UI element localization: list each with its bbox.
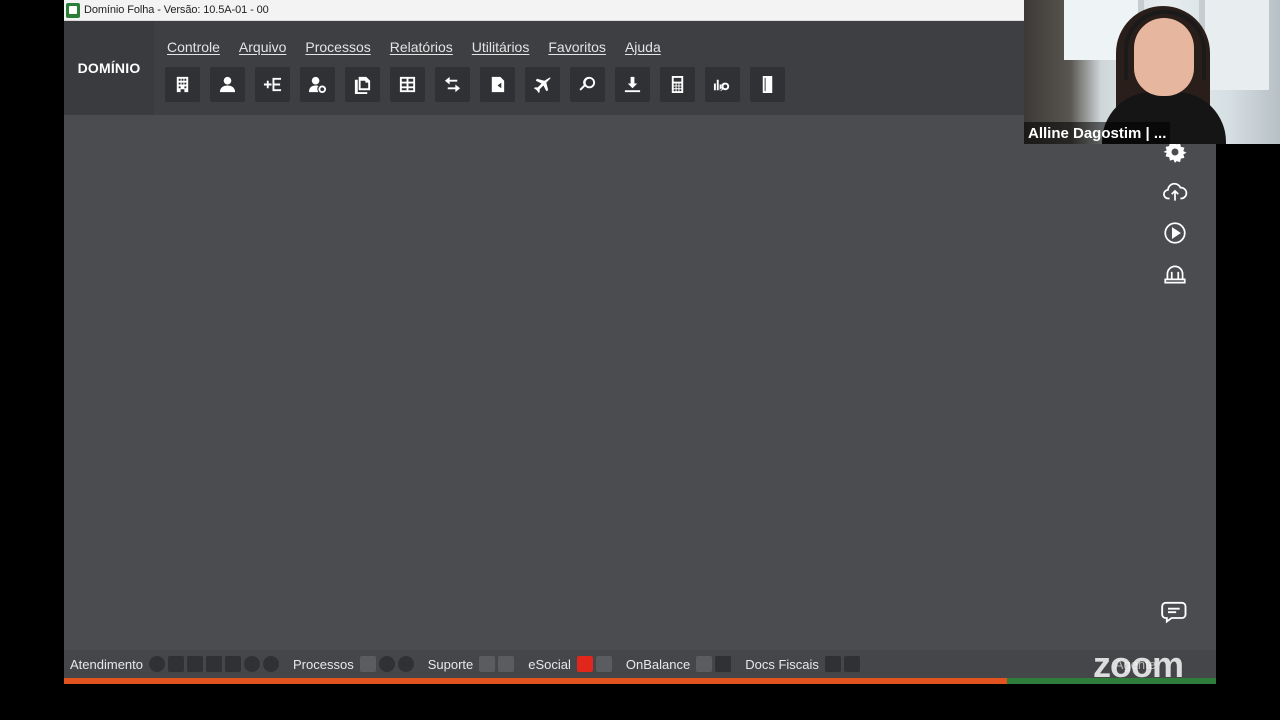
status-processos-label: Processos [293, 656, 354, 672]
calculator-icon [671, 75, 684, 94]
calculator-button[interactable] [660, 67, 695, 102]
person-icon [219, 76, 236, 93]
progress-bar [64, 678, 1216, 684]
spreadsheet-button[interactable] [390, 67, 425, 102]
add-entry-icon [263, 77, 282, 92]
doc-icon[interactable] [498, 656, 515, 672]
helmet-icon [1164, 265, 1186, 284]
add-entry-button[interactable] [255, 67, 290, 102]
status-suporte-label: Suporte [427, 656, 474, 672]
download-button[interactable] [615, 67, 650, 102]
menu-relatorios[interactable]: Relatórios [390, 39, 453, 55]
plus-icon[interactable] [479, 656, 496, 672]
app-icon [66, 2, 80, 18]
menu-processos[interactable]: Processos [305, 39, 370, 55]
airplane-icon [533, 77, 551, 94]
toolbar [165, 67, 795, 102]
user-icon[interactable] [206, 656, 222, 672]
empregados-button[interactable] [210, 67, 245, 102]
building-icon [176, 76, 189, 93]
chart-search-icon [713, 79, 730, 92]
circle-icon[interactable] [263, 656, 279, 672]
play-icon[interactable] [149, 656, 165, 672]
search-button[interactable] [570, 67, 605, 102]
search-icon [579, 76, 596, 91]
status-esocial-label: eSocial [528, 656, 571, 672]
exit-door-icon [762, 75, 773, 94]
zoom-watermark: zoom [1093, 644, 1184, 685]
doc-icon[interactable] [595, 656, 612, 672]
gallery-icon[interactable] [843, 656, 860, 672]
menu-favoritos[interactable]: Favoritos [548, 39, 606, 55]
status-esocial-icons [576, 656, 612, 672]
play-circle-icon [1164, 222, 1186, 244]
transfer-icon [444, 76, 461, 93]
workspace [64, 115, 1216, 650]
circle-icon[interactable] [397, 656, 414, 672]
status-suporte-icons [479, 656, 515, 672]
menu-arquivo[interactable]: Arquivo [239, 39, 286, 55]
camera-icon[interactable] [824, 656, 841, 672]
status-processos-icons [359, 656, 414, 672]
circle-icon[interactable] [378, 656, 395, 672]
menu-bar: Controle Arquivo Processos Relatórios Ut… [167, 39, 680, 55]
logo: DOMÍNIO [64, 21, 154, 115]
status-atendimento-label: Atendimento [70, 656, 143, 672]
menu-utilitarios[interactable]: Utilitários [472, 39, 530, 55]
participant-name: Alline Dagostim | ... [1024, 122, 1171, 144]
window-title: Domínio Folha - Versão: 10.5A-01 - 00 [84, 4, 269, 16]
download-icon [624, 76, 641, 93]
status-onbalance-label: OnBalance [625, 656, 691, 672]
video-tutorials-button[interactable] [1156, 217, 1194, 249]
user-settings-button[interactable] [300, 67, 335, 102]
status-bar: Atendimento Processos Suporte eSocial On… [64, 650, 1216, 678]
checkbox-icon[interactable] [359, 656, 376, 672]
status-docs-fiscais-label: Docs Fiscais [745, 656, 819, 672]
status-docs-fiscais-icons [824, 656, 860, 672]
mail-icon[interactable] [696, 656, 713, 672]
user-settings-icon [308, 76, 327, 94]
menu-controle[interactable]: Controle [167, 39, 220, 55]
menu-ajuda[interactable]: Ajuda [625, 39, 661, 55]
chat-button[interactable] [1158, 595, 1192, 627]
progress-fill [64, 678, 1008, 684]
circle-icon[interactable] [244, 656, 260, 672]
cloud-upload-button[interactable] [1156, 176, 1194, 208]
transfer-button[interactable] [435, 67, 470, 102]
document-copy-button[interactable] [345, 67, 380, 102]
chart-search-button[interactable] [705, 67, 740, 102]
alert-icon[interactable] [576, 656, 593, 672]
download-icon[interactable] [715, 656, 732, 672]
spreadsheet-icon [399, 76, 416, 93]
support-button[interactable] [1156, 258, 1194, 290]
ferias-button[interactable] [525, 67, 560, 102]
status-onbalance-icons [696, 656, 732, 672]
exit-button[interactable] [750, 67, 785, 102]
status-atendimento-icons [149, 656, 279, 672]
chat-bubble-icon [1161, 601, 1187, 624]
participant-video: Alline Dagostim | ... [1024, 0, 1280, 144]
document-exchange-icon [491, 76, 505, 93]
list-icon[interactable] [187, 656, 203, 672]
cloud-upload-icon [1163, 182, 1188, 201]
document-copy-icon [354, 76, 371, 94]
empresas-button[interactable] [165, 67, 200, 102]
chat-icon[interactable] [168, 656, 184, 672]
ticket-icon[interactable] [225, 656, 241, 672]
document-exchange-button[interactable] [480, 67, 515, 102]
